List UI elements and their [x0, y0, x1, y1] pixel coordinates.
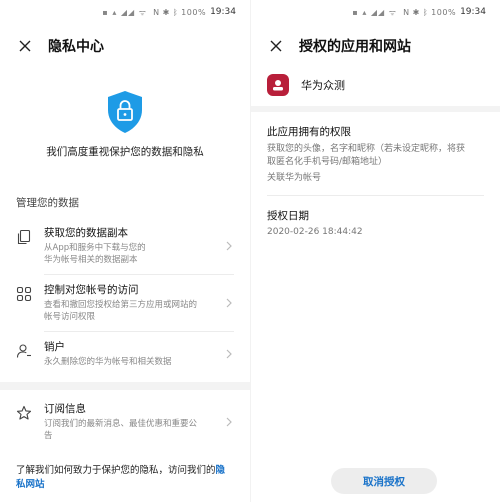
status-time: 19:34	[210, 7, 236, 17]
list-item-delete-account[interactable]: 销户 永久删除您的华为帐号和相关数据	[0, 332, 250, 376]
item-title: 控制对您帐号的访问	[44, 284, 139, 296]
app-logo	[267, 74, 289, 96]
item-subtitle: 从App和服务中下载与您的 华为帐号相关的数据副本	[44, 242, 218, 266]
permissions-title: 此应用拥有的权限	[267, 126, 351, 138]
status-time: 19:34	[460, 7, 486, 17]
app-logo-icon	[273, 80, 283, 91]
privacy-center-screen: ▪︎ ▴ ◢◢ ᯤ N ✱ ᛒ 100% 19:34 隐私中心 我们高度重视保护…	[0, 0, 250, 502]
section-gap	[0, 382, 250, 390]
carrier-signal-icons: ▪︎ ▴ ◢◢ ᯤ	[102, 7, 148, 17]
close-icon	[19, 40, 31, 52]
item-subtitle-line: 查看和撤回您授权给第三方应用或网站的	[44, 300, 198, 310]
permissions-description: 获取您的头像，名字和昵称（若未设定昵称，将获 取匿名化手机号码/邮箱地址）	[267, 143, 484, 169]
item-title: 销户	[44, 341, 65, 353]
item-subtitle-line: 订阅我们的最新消息、最佳优惠和重要公	[44, 419, 198, 429]
item-subtitle: 永久删除您的华为帐号和相关数据	[44, 356, 218, 368]
permissions-desc-line: 取匿名化手机号码/邮箱地址）	[267, 157, 388, 167]
privacy-tagline: 我们高度重视保护您的数据和隐私	[46, 146, 204, 158]
permissions-block: 此应用拥有的权限 获取您的头像，名字和昵称（若未设定昵称，将获 取匿名化手机号码…	[251, 112, 500, 183]
status-bar: ▪︎ ▴ ◢◢ ᯤ N ✱ ᛒ 100% 19:34	[0, 0, 250, 24]
star-icon	[16, 405, 32, 420]
auth-date-label: 授权日期	[267, 210, 309, 222]
list-item-control-access[interactable]: 控制对您帐号的访问 查看和撤回您授权给第三方应用或网站的 帐号访问权限	[0, 275, 250, 331]
permissions-desc-line: 获取您的头像，名字和昵称（若未设定昵称，将获	[267, 144, 466, 154]
user-remove-icon	[16, 344, 31, 358]
item-title: 获取您的数据副本	[44, 227, 128, 239]
status-indicators: N ✱ ᛒ 100%	[153, 7, 207, 17]
carrier-signal-icons: ▪︎ ▴ ◢◢ ᯤ	[352, 7, 398, 17]
app-bar: 隐私中心	[0, 24, 250, 68]
revoke-authorization-button[interactable]: 取消授权	[331, 468, 437, 494]
permission-link-account: 关联华为帐号	[267, 173, 322, 183]
auth-date-value: 2020-02-26 18:44:42	[267, 227, 363, 237]
app-name: 华为众测	[301, 79, 345, 92]
status-indicators: N ✱ ᛒ 100%	[403, 7, 457, 17]
item-subtitle-line: 告	[44, 431, 53, 441]
item-subtitle: 订阅我们的最新消息、最佳优惠和重要公 告	[44, 418, 218, 442]
item-subtitle: 查看和撤回您授权给第三方应用或网站的 帐号访问权限	[44, 299, 218, 323]
section-title-manage-data: 管理您的数据	[16, 197, 79, 209]
item-subtitle-line: 帐号访问权限	[44, 312, 96, 322]
status-bar: ▪︎ ▴ ◢◢ ᯤ N ✱ ᛒ 100% 19:34	[251, 0, 500, 24]
footer-text: 了解我们如何致力于保护您的隐私，访问我们的	[16, 465, 216, 476]
page-title: 授权的应用和网站	[299, 39, 411, 55]
chevron-right-icon	[226, 298, 232, 308]
page-title: 隐私中心	[48, 39, 104, 55]
item-subtitle-line: 永久删除您的华为帐号和相关数据	[44, 357, 172, 367]
auth-date-block: 授权日期 2020-02-26 18:44:42	[251, 196, 500, 237]
shield-illustration	[0, 90, 250, 134]
chevron-right-icon	[226, 349, 232, 359]
copy-document-icon	[17, 229, 31, 245]
list-item-get-data-copy[interactable]: 获取您的数据副本 从App和服务中下载与您的 华为帐号相关的数据副本	[0, 218, 250, 274]
item-subtitle-line: 从App和服务中下载与您的	[44, 243, 146, 253]
close-button[interactable]	[16, 37, 34, 55]
privacy-footer: 了解我们如何致力于保护您的隐私，访问我们的隐私网站	[0, 464, 250, 492]
shield-lock-icon	[108, 91, 142, 133]
close-button[interactable]	[267, 37, 285, 55]
close-icon	[270, 40, 282, 52]
authorized-apps-screen: ▪︎ ▴ ◢◢ ᯤ N ✱ ᛒ 100% 19:34 授权的应用和网站 华为众测…	[250, 0, 500, 502]
list-item-subscriptions[interactable]: 订阅信息 订阅我们的最新消息、最佳优惠和重要公 告	[0, 394, 250, 450]
chevron-right-icon	[226, 417, 232, 427]
apps-grid-icon	[16, 286, 32, 302]
item-title: 订阅信息	[44, 403, 86, 415]
app-row: 华为众测	[251, 68, 500, 106]
chevron-right-icon	[226, 241, 232, 251]
item-subtitle-line: 华为帐号相关的数据副本	[44, 255, 138, 265]
app-bar: 授权的应用和网站	[251, 24, 500, 68]
